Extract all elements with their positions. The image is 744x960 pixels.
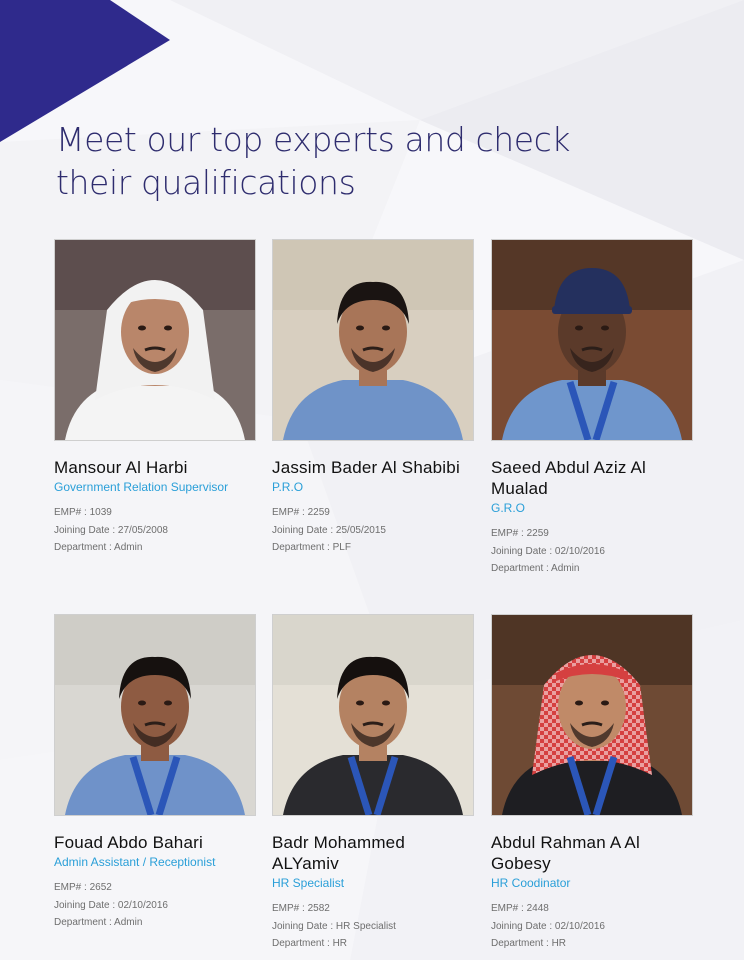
expert-role: G.R.O [491,501,526,515]
expert-meta: EMP# : 2582 Joining Date : HR Specialist… [272,900,474,953]
expert-joining-date: Joining Date : HR Specialist [272,920,396,932]
expert-emp: EMP# : 2259 [491,528,549,539]
expert-name: Mansour Al Harbi [54,458,188,477]
expert-meta: EMP# : 2652 Joining Date : 02/10/2016 De… [54,879,256,932]
expert-meta: EMP# : 2259 Joining Date : 25/05/2015 De… [272,504,474,557]
expert-card: Mansour Al Harbi Government Relation Sup… [54,239,256,557]
page-heading: Meet our top experts and check their qua… [56,118,656,204]
expert-joining-date: Joining Date : 25/05/2015 [272,524,386,536]
expert-meta: EMP# : 2448 Joining Date : 02/10/2016 De… [491,900,693,953]
expert-emp: EMP# : 2582 [272,903,330,914]
expert-role: HR Coodinator [491,876,571,890]
expert-name: Abdul Rahman A Al Gobesy [491,833,640,873]
expert-name: Jassim Bader Al Shabibi [272,458,460,477]
expert-department: Department : Admin [54,542,143,553]
heading-line-2: their qualifications [56,163,356,202]
expert-joining-date: Joining Date : 02/10/2016 [491,545,605,557]
expert-meta: EMP# : 1039 Joining Date : 27/05/2008 De… [54,504,256,557]
expert-card: Abdul Rahman A Al Gobesy HR Coodinator E… [491,614,693,953]
expert-emp: EMP# : 2448 [491,903,549,914]
expert-joining-date: Joining Date : 02/10/2016 [54,899,168,911]
expert-joining-date: Joining Date : 02/10/2016 [491,920,605,932]
expert-emp: EMP# : 2652 [54,882,112,893]
expert-card: Saeed Abdul Aziz Al Mualad G.R.O EMP# : … [491,239,693,578]
expert-card: Badr Mohammed ALYamiv HR Specialist EMP#… [272,614,474,953]
expert-card: Jassim Bader Al Shabibi P.R.O EMP# : 225… [272,239,474,557]
expert-department: Department : Admin [491,563,580,574]
expert-role: Admin Assistant / Receptionist [54,855,216,869]
person-photo-icon [272,239,474,441]
expert-card: Fouad Abdo Bahari Admin Assistant / Rece… [54,614,256,932]
expert-department: Department : HR [272,938,348,949]
person-photo-icon [272,614,474,816]
person-photo-icon [54,239,256,441]
expert-department: Department : HR [491,938,567,949]
person-photo-icon [491,239,693,441]
expert-emp: EMP# : 2259 [272,507,330,518]
person-photo-icon [491,614,693,816]
expert-department: Department : PLF [272,542,351,553]
expert-joining-date: Joining Date : 27/05/2008 [54,524,168,536]
expert-department: Department : Admin [54,917,143,928]
expert-name: Fouad Abdo Bahari [54,833,203,852]
heading-line-1: Meet our top experts and check [56,120,571,159]
expert-name: Saeed Abdul Aziz Al Mualad [491,458,647,498]
expert-meta: EMP# : 2259 Joining Date : 02/10/2016 De… [491,525,693,578]
expert-role: P.R.O [272,480,304,494]
expert-emp: EMP# : 1039 [54,507,112,518]
expert-name: Badr Mohammed ALYamiv [272,833,405,873]
person-photo-icon [54,614,256,816]
expert-role: Government Relation Supervisor [54,480,229,494]
expert-role: HR Specialist [272,876,345,890]
